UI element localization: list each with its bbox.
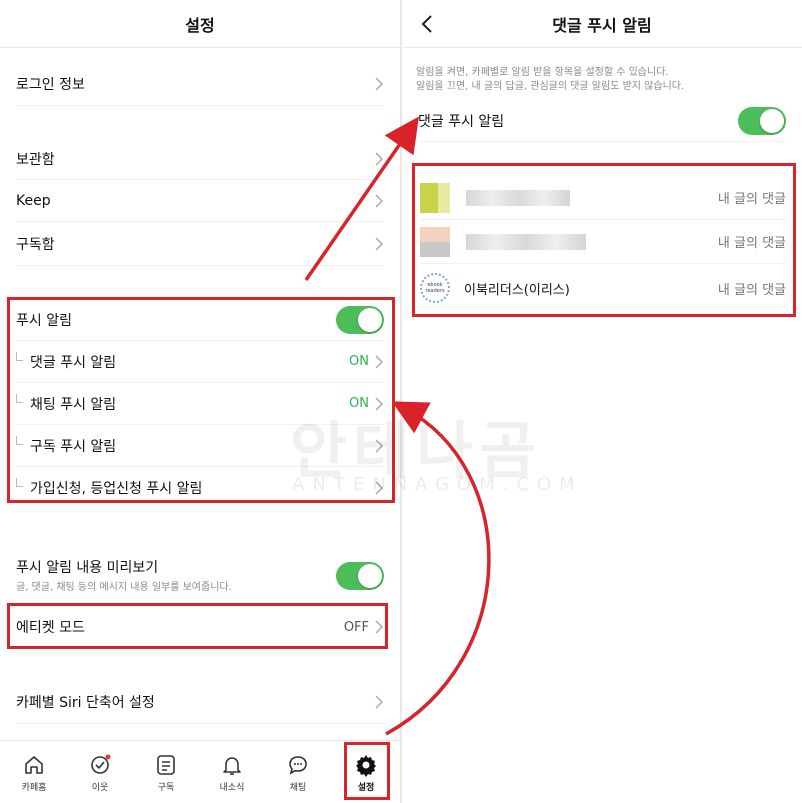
list-icon — [157, 754, 175, 775]
hint-line: 알림을 켜면, 카페별로 알림 받을 항목을 설정할 수 있습니다. — [416, 67, 669, 78]
siri-shortcut-label: 카페별 Siri 단축어 설정 — [16, 694, 155, 711]
chevron-right-icon — [375, 694, 384, 709]
heart-icon — [91, 754, 111, 774]
chevron-right-icon — [375, 151, 384, 166]
login-info-item[interactable]: 로그인 정보 — [16, 62, 384, 106]
keep-label: Keep — [16, 192, 51, 209]
back-arrow-icon[interactable] — [416, 12, 440, 36]
preview-item: 푸시 알림 내용 미리보기 글, 댓글, 채팅 등의 메시지 내용 일부를 보여… — [16, 550, 384, 602]
tab-my-news[interactable]: 내소식 — [199, 741, 265, 803]
page-title: 설정 — [185, 15, 215, 35]
chat-icon — [289, 755, 307, 775]
home-icon — [25, 755, 43, 774]
keep-item[interactable]: Keep — [16, 180, 384, 222]
settings-header: 설정 — [0, 0, 400, 48]
hint-line: 알림을 끄면, 내 글의 답글, 관심글의 댓글 알림도 받지 않습니다. — [416, 81, 685, 92]
preview-toggle[interactable] — [336, 562, 384, 590]
chevron-right-icon — [375, 236, 384, 251]
etiquette-highlight — [7, 603, 388, 649]
push-settings-highlight — [7, 297, 395, 503]
comment-push-header: 댓글 푸시 알림 — [402, 0, 802, 48]
tab-label: 이웃 — [91, 782, 109, 793]
bottom-tab-bar: 카페홈 이웃 구독 내소식 채팅 설정 — [0, 740, 400, 803]
subscriptions-label: 구독함 — [16, 236, 55, 253]
chevron-right-icon — [375, 76, 384, 91]
comment-push-hint: 알림을 켜면, 카페별로 알림 받을 항목을 설정할 수 있습니다. 알림을 끄… — [416, 66, 788, 94]
comment-push-toggle-item: 댓글 푸시 알림 — [418, 100, 786, 142]
storage-item[interactable]: 보관함 — [16, 138, 384, 180]
tab-subscribe[interactable]: 구독 — [133, 741, 199, 803]
subscriptions-item[interactable]: 구독함 — [16, 222, 384, 266]
tab-label: 내소식 — [219, 782, 245, 793]
preview-hint: 글, 댓글, 채팅 등의 메시지 내용 일부를 보여줍니다. — [16, 582, 232, 593]
tab-cafe-home[interactable]: 카페홈 — [1, 741, 67, 803]
tab-label: 구독 — [157, 782, 175, 793]
tab-label: 카페홈 — [21, 782, 47, 793]
comment-push-toggle-label: 댓글 푸시 알림 — [418, 113, 505, 130]
page-title: 댓글 푸시 알림 — [552, 15, 652, 35]
comment-push-toggle[interactable] — [738, 106, 786, 135]
cafe-list-highlight — [412, 163, 796, 317]
login-info-label: 로그인 정보 — [16, 76, 85, 93]
tab-neighbors[interactable]: 이웃 — [67, 741, 133, 803]
storage-label: 보관함 — [16, 151, 55, 168]
tab-label: 채팅 — [289, 782, 307, 793]
settings-tab-highlight — [344, 742, 390, 800]
preview-label: 푸시 알림 내용 미리보기 — [16, 560, 159, 576]
tab-chat[interactable]: 채팅 — [265, 741, 331, 803]
bell-icon — [223, 756, 241, 775]
chevron-right-icon — [375, 193, 384, 208]
siri-shortcut-item[interactable]: 카페별 Siri 단축어 설정 — [16, 680, 384, 724]
